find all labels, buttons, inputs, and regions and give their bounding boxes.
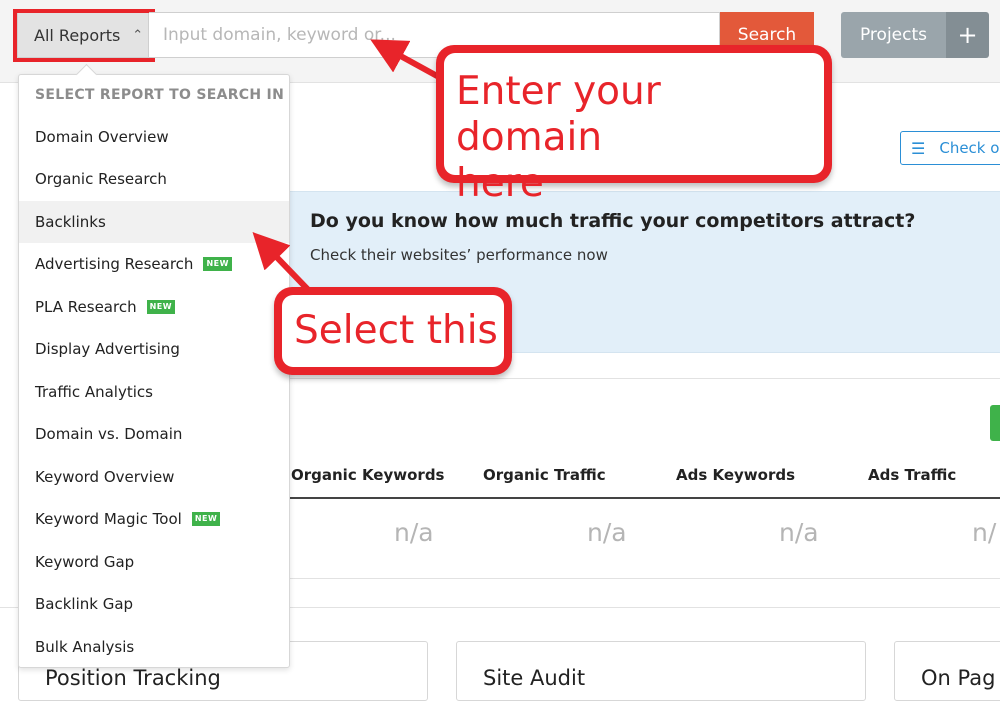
menu-item-traffic-analytics[interactable]: Traffic Analytics: [19, 371, 289, 413]
projects-button[interactable]: Projects: [841, 12, 946, 58]
col-ads-traffic: Ads Traffic: [868, 466, 957, 484]
card-title: On Pag: [921, 666, 996, 690]
menu-item-keyword-magic-tool[interactable]: Keyword Magic Tool NEW: [19, 498, 289, 540]
menu-item-advertising-research[interactable]: Advertising Research NEW: [19, 243, 289, 285]
col-ads-keywords: Ads Keywords: [676, 466, 796, 484]
report-dropdown-menu: SELECT REPORT TO SEARCH IN Domain Overvi…: [18, 63, 290, 668]
menu-item-label: Keyword Gap: [35, 553, 135, 571]
menu-item-label: Keyword Magic Tool: [35, 510, 182, 528]
menu-item-bulk-analysis[interactable]: Bulk Analysis: [19, 626, 289, 668]
col-organic-traffic: Organic Traffic: [483, 466, 606, 484]
menu-item-label: Domain vs. Domain: [35, 425, 183, 443]
new-badge: NEW: [203, 257, 232, 271]
callout-select-this: Select this: [274, 287, 512, 375]
new-badge: NEW: [146, 300, 176, 314]
menu-item-keyword-overview[interactable]: Keyword Overview: [19, 456, 289, 498]
table-bottom-divider: [288, 578, 1000, 579]
col-organic-keywords: Organic Keywords: [291, 466, 445, 484]
menu-item-backlink-gap[interactable]: Backlink Gap: [19, 583, 289, 625]
callout-select-text: Select this: [282, 295, 504, 367]
menu-item-label: Bulk Analysis: [35, 638, 135, 656]
banner-subtitle: Check their websites’ performance now: [310, 246, 608, 264]
dropdown-header: SELECT REPORT TO SEARCH IN: [35, 87, 285, 103]
chevron-up-icon: ⌃: [132, 27, 144, 43]
menu-item-label: Backlink Gap: [35, 595, 134, 613]
report-select-label: All Reports: [34, 25, 121, 45]
menu-item-label: Display Advertising: [35, 340, 180, 358]
menu-item-label: Organic Research: [35, 170, 167, 188]
menu-item-backlinks[interactable]: Backlinks: [19, 201, 289, 243]
check-button[interactable]: ☰ Check o: [900, 131, 1000, 165]
new-badge: NEW: [191, 512, 221, 526]
callout-domain-line2: here: [456, 161, 544, 206]
green-action-button[interactable]: [990, 405, 1000, 441]
menu-item-domain-vs-domain[interactable]: Domain vs. Domain: [19, 413, 289, 455]
organic-keywords-value: n/a: [394, 518, 434, 547]
menu-item-label: Backlinks: [35, 213, 106, 231]
menu-item-display-advertising[interactable]: Display Advertising: [19, 328, 289, 370]
menu-item-label: Keyword Overview: [35, 468, 175, 486]
banner-title: Do you know how much traffic your compet…: [310, 210, 916, 232]
card-title: Position Tracking: [45, 666, 221, 690]
organic-traffic-value: n/a: [587, 518, 627, 547]
ads-keywords-value: n/a: [779, 518, 819, 547]
table-header-rule: [288, 497, 1000, 499]
menu-item-label: Advertising Research: [35, 255, 194, 273]
site-audit-card[interactable]: Site Audit: [456, 641, 866, 701]
callout-enter-domain: Enter your domain here: [436, 45, 832, 206]
menu-item-label: Domain Overview: [35, 128, 169, 146]
check-button-label: Check o: [939, 139, 1000, 157]
card-title: Site Audit: [483, 666, 586, 690]
section-divider: [288, 378, 1000, 379]
ads-traffic-value: n/: [972, 518, 997, 547]
menu-item-label: PLA Research: [35, 298, 137, 316]
menu-item-keyword-gap[interactable]: Keyword Gap: [19, 541, 289, 583]
callout-domain-line1: Enter your domain: [456, 69, 661, 160]
list-icon: ☰: [911, 138, 926, 158]
add-project-button[interactable]: +: [946, 12, 989, 58]
report-type-select[interactable]: All Reports ⌃: [17, 12, 149, 58]
menu-item-label: Traffic Analytics: [35, 383, 153, 401]
menu-item-pla-research[interactable]: PLA Research NEW: [19, 286, 289, 328]
menu-item-organic-research[interactable]: Organic Research: [19, 158, 289, 200]
menu-item-domain-overview[interactable]: Domain Overview: [19, 116, 289, 158]
on-page-card[interactable]: On Pag: [894, 641, 1000, 701]
